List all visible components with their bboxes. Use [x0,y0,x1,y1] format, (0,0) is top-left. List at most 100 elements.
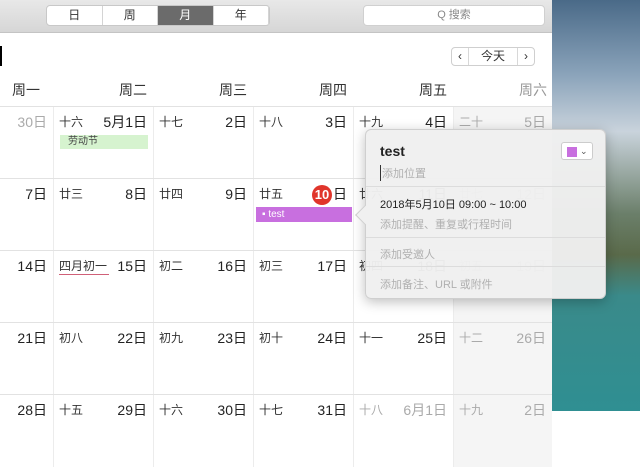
lunar-date: 廿五 [259,187,284,201]
day-number: 23日 [217,330,247,346]
day-cell[interactable]: 初二 16日 [153,251,253,323]
day-number: 31日 [317,402,347,418]
day-cell[interactable]: 廿五 10 日 ▪ test [253,179,353,251]
lunar-date: 十八 [359,403,384,417]
weekday-header: 周二 [119,82,147,98]
divider [366,186,605,187]
lunar-date: 十七 [159,115,184,129]
day-number: 24日 [317,330,347,346]
day-cell[interactable]: 十六 30日 [153,395,253,467]
month-start-underline [59,274,109,275]
lunar-date: 初二 [159,259,184,273]
day-number: 22日 [117,330,147,346]
day-number: 14日 [17,258,47,274]
day-cell[interactable]: 廿四 9日 [153,179,253,251]
day-cell[interactable]: 14日 [0,251,53,323]
tab-month[interactable]: 月 [158,6,214,25]
lunar-date: 十八 [259,115,284,129]
day-cell[interactable]: 十一 25日 [353,323,453,395]
weekday-header: 周六 [519,82,547,98]
holiday-event[interactable]: 劳动节 [60,135,148,149]
tab-day[interactable]: 日 [47,6,103,25]
day-cell[interactable]: 30日 [0,107,53,179]
lunar-date: 十五 [59,403,84,417]
invitees-input[interactable]: 添加受邀人 [380,246,435,262]
day-number: 6月1日 [403,402,447,418]
day-number: 5月1日 [103,114,147,130]
lunar-date: 十六 [59,115,84,129]
day-cell[interactable]: 十八 3日 [253,107,353,179]
date-navigation: ‹ 今天 › [451,47,536,66]
day-cell[interactable]: 四月初一 15日 [53,251,153,323]
event-title[interactable]: test [380,143,405,159]
lunar-date: 四月初一 [59,259,108,273]
day-cell[interactable]: 28日 [0,395,53,467]
day-cell[interactable]: 21日 [0,323,53,395]
day-cell[interactable]: 初九 23日 [153,323,253,395]
day-number: 16日 [217,258,247,274]
day-number: 7日 [25,186,47,202]
day-number: 2日 [524,402,546,418]
lunar-date: 十七 [259,403,284,417]
lunar-date: 十九 [459,403,484,417]
view-switcher: 日 周 月 年 [46,5,270,26]
day-cell[interactable]: 十七 2日 [153,107,253,179]
lunar-date: 十六 [159,403,184,417]
weekday-header: 周三 [219,82,247,98]
day-number: 15日 [117,258,147,274]
notes-input[interactable]: 添加备注、URL 或附件 [380,276,493,292]
calendar-color-picker[interactable]: ⌄ [561,142,593,160]
day-cell[interactable]: 十五 29日 [53,395,153,467]
lunar-date: 初三 [259,259,284,273]
event-popover: test 添加位置 ⌄ 2018年5月10日 09:00 ~ 10:00 添加提… [355,129,606,299]
day-cell[interactable]: 十七 31日 [253,395,353,467]
day-cell[interactable]: 十六 5月1日劳动节 [53,107,153,179]
calendar-event[interactable]: ▪ test [256,207,352,222]
toolbar: 日 周 月 年 Q 搜索 [0,0,552,33]
day-cell[interactable]: 十九 2日 [453,395,552,467]
search-input[interactable]: Q 搜索 [363,5,545,26]
color-swatch-icon [567,146,577,157]
prev-button[interactable]: ‹ [452,48,468,65]
day-cell[interactable]: 十八 6月1日 [353,395,453,467]
lunar-date: 初八 [59,331,84,345]
divider [366,237,605,238]
alert-input[interactable]: 添加提醒、重复或行程时间 [380,216,512,232]
weekday-header: 周一 [12,82,40,98]
event-datetime[interactable]: 2018年5月10日 09:00 ~ 10:00 [380,196,526,212]
tab-week[interactable]: 周 [103,6,158,25]
lunar-date: 十一 [359,331,384,345]
today-button[interactable]: 今天 [468,48,519,65]
calendar-window: 日 周 月 年 Q 搜索 ‹ 今天 › 周一 周二 周三 周四 周五 周六 30日 十六 5月… [0,0,606,467]
day-cell[interactable]: 初三 17日 [253,251,353,323]
day-cell[interactable]: 初十 24日 [253,323,353,395]
day-cell[interactable]: 初八 22日 [53,323,153,395]
week-row: 21日 初八 22日 初九 23日 初十 24日 十一 25日 十二 26日 [0,322,552,395]
today-marker: 10 [312,185,332,205]
week-row: 28日 十五 29日 十六 30日 十七 31日 十八 6月1日 十九 2日 [0,394,552,467]
lunar-date: 廿四 [159,187,184,201]
day-number: 30日 [17,114,47,130]
day-cell[interactable]: 7日 [0,179,53,251]
day-number: 25日 [417,330,447,346]
day-number: 3日 [325,114,347,130]
lunar-date: 初九 [159,331,184,345]
day-number: 30日 [217,402,247,418]
event-label: test [268,209,285,220]
tab-year[interactable]: 年 [214,6,269,25]
day-number: 17日 [317,258,347,274]
lunar-date: 二十 [459,115,484,129]
day-number: 9日 [225,186,247,202]
day-cell[interactable]: 十二 26日 [453,323,552,395]
day-cell[interactable]: 廿三 8日 [53,179,153,251]
next-button[interactable]: › [518,48,534,65]
lunar-date: 廿三 [59,187,84,201]
day-suffix: 日 [333,186,347,202]
lunar-date: 十二 [459,331,484,345]
divider [366,266,605,267]
lunar-date: 初十 [259,331,284,345]
day-number: 26日 [516,330,546,346]
weekday-header: 周五 [419,82,447,98]
location-input[interactable]: 添加位置 [380,165,426,181]
day-number: 2日 [225,114,247,130]
